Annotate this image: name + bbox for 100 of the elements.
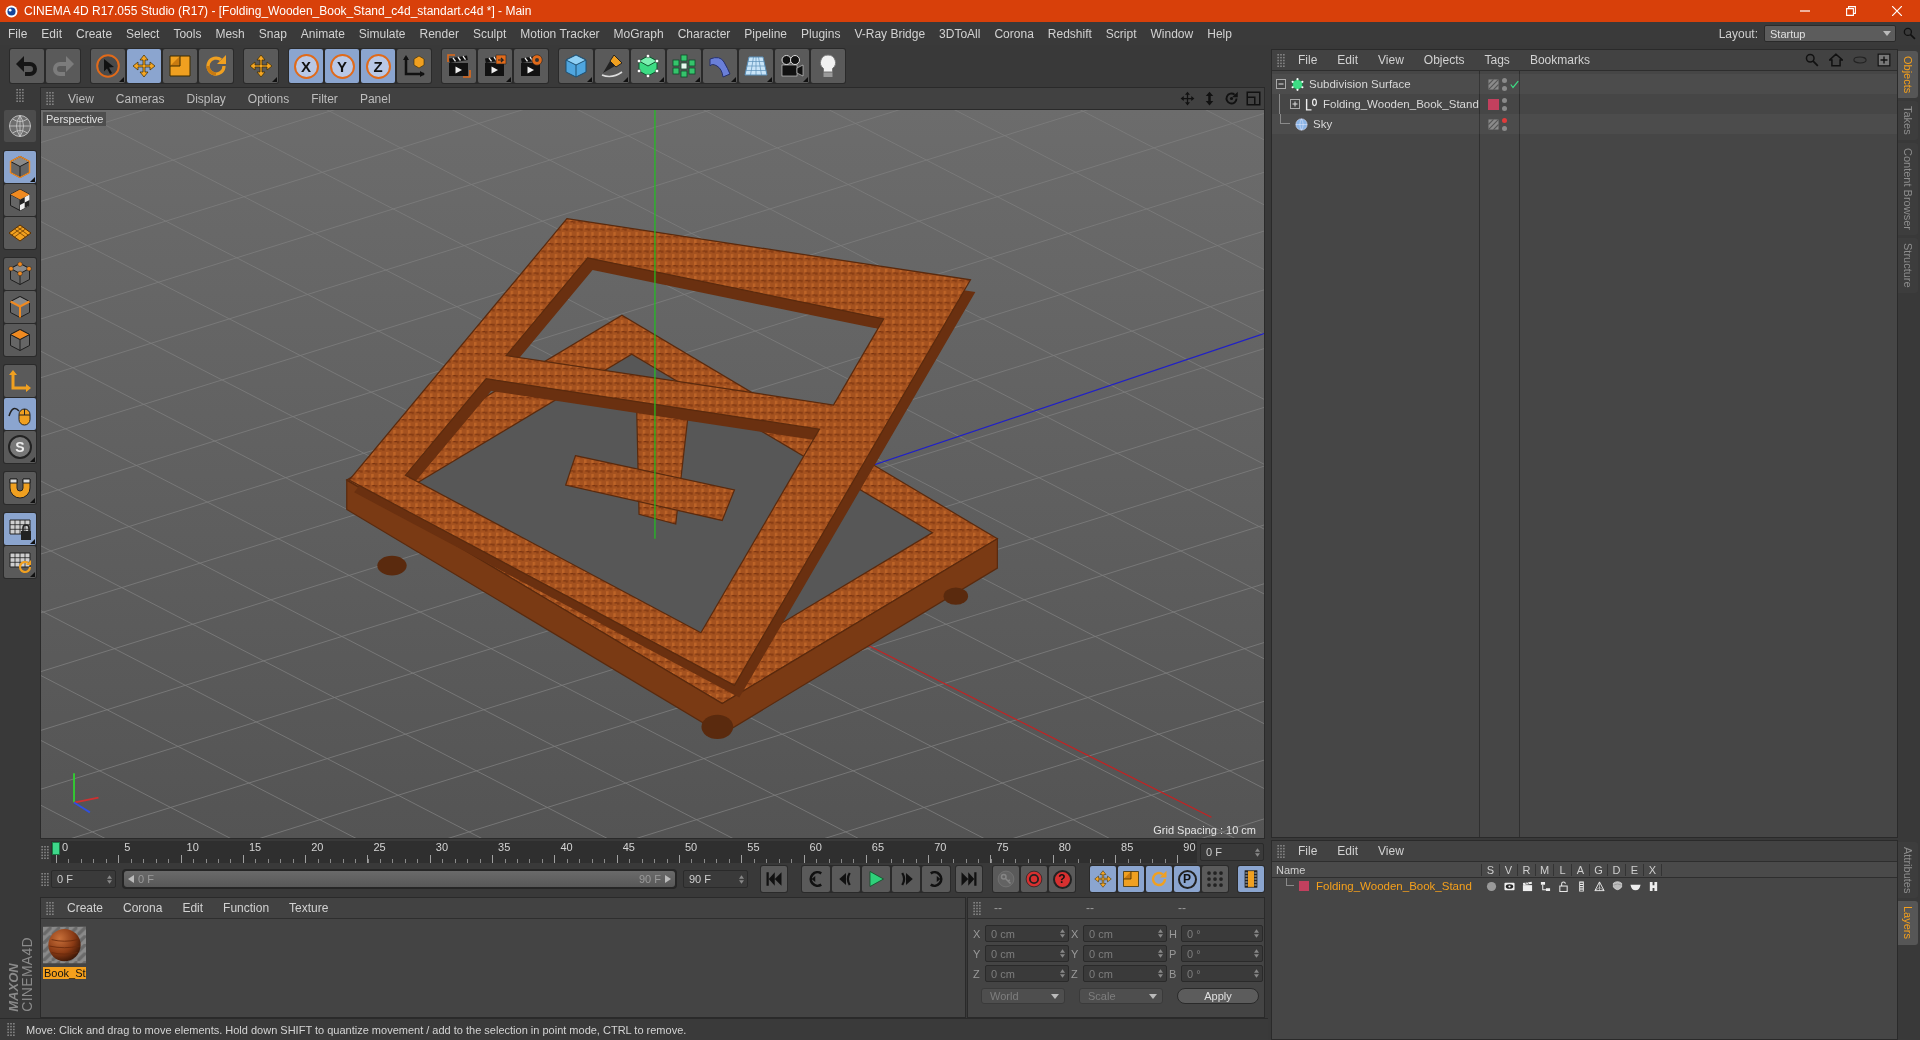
end-frame-field[interactable]: 90 F (683, 870, 748, 888)
plus-box-icon[interactable] (1877, 53, 1891, 67)
menu-item[interactable]: File (1290, 844, 1326, 858)
axis-lock-button[interactable]: X (289, 49, 323, 83)
timeline-button[interactable] (1238, 866, 1264, 892)
menu-item[interactable]: File (1, 26, 35, 41)
workplane-mode-button[interactable] (4, 217, 36, 249)
menu-item[interactable]: Edit (1329, 53, 1367, 67)
menu-item[interactable]: Mesh (208, 26, 252, 41)
column-header[interactable]: L (1554, 863, 1572, 876)
edges-mode-button[interactable] (4, 291, 36, 323)
grip-icon[interactable] (6, 1023, 16, 1036)
menu-item[interactable]: Cameras (106, 91, 174, 106)
menu-item[interactable]: Window (1143, 26, 1201, 41)
menu-item[interactable]: Corona (987, 26, 1041, 41)
polygons-mode-button[interactable] (4, 324, 36, 356)
menu-item[interactable]: Bookmarks (1521, 53, 1598, 67)
maximize-icon[interactable] (1246, 91, 1261, 106)
hierarchy-icon[interactable] (1539, 880, 1551, 892)
transform-tool-button[interactable] (244, 49, 278, 83)
camera-button[interactable] (775, 49, 809, 83)
house-icon[interactable] (1829, 53, 1843, 67)
menu-item[interactable]: Edit (1329, 844, 1367, 858)
menu-item[interactable]: Edit (174, 901, 212, 915)
current-frame-field[interactable]: 0 F (1200, 843, 1264, 861)
timeline-ruler[interactable]: 0 5 10 15 20 25 30 35 40 45 50 55 60 65 70 75 80 85 90 (51, 841, 1197, 863)
padlock-icon[interactable] (1557, 880, 1569, 892)
render-picture-button[interactable] (478, 49, 512, 83)
menu-item[interactable]: View (1370, 53, 1412, 67)
menu-item[interactable]: Tools (166, 26, 209, 41)
menu-item[interactable]: Edit (34, 26, 70, 41)
points-mode-button[interactable] (4, 258, 36, 290)
menu-item[interactable]: Filter (302, 91, 347, 106)
grip-icon[interactable] (40, 872, 50, 886)
h-shape-icon[interactable] (1647, 880, 1659, 892)
tweak-mode-button[interactable] (4, 398, 36, 430)
material-name[interactable]: Book_St (43, 967, 86, 979)
close-icon[interactable] (1892, 6, 1902, 16)
play-button[interactable] (862, 866, 890, 892)
visibility-dot-icon[interactable] (1502, 77, 1507, 83)
axis-lock-button[interactable]: Y (325, 49, 359, 83)
panel-tab[interactable]: Layers (1898, 901, 1918, 945)
visibility-dot-icon[interactable] (1502, 105, 1507, 111)
menu-item[interactable]: V-Ray Bridge (847, 26, 933, 41)
visibility-dot-icon[interactable] (1502, 117, 1507, 123)
move-tool-button[interactable] (127, 49, 161, 83)
column-header[interactable]: R (1518, 863, 1536, 876)
menu-item[interactable]: Sculpt (465, 26, 514, 41)
layer-swatch[interactable] (1488, 98, 1499, 110)
column-header[interactable]: V (1500, 863, 1518, 876)
column-header[interactable]: Name (1272, 863, 1482, 876)
column-header[interactable]: M (1536, 863, 1554, 876)
orbit-arrow-icon[interactable] (1224, 91, 1239, 106)
menu-item[interactable]: Create (69, 26, 120, 41)
restore-icon[interactable] (1846, 6, 1856, 16)
snap-button[interactable] (4, 472, 36, 504)
next-key-button[interactable] (922, 866, 950, 892)
deformer-button[interactable] (703, 49, 737, 83)
previous-key-button[interactable] (802, 866, 830, 892)
layout-dropdown[interactable]: Startup (1764, 25, 1896, 42)
menu-item[interactable]: View (59, 91, 103, 106)
grip-icon[interactable] (45, 901, 55, 915)
axis-mode-button[interactable] (4, 365, 36, 397)
scale-tool-button[interactable] (163, 49, 197, 83)
panel-tab[interactable]: Structure (1898, 238, 1918, 293)
axis-lock-button[interactable]: Z (361, 49, 395, 83)
menu-item[interactable]: Corona (115, 901, 171, 915)
grip-icon[interactable] (1276, 53, 1286, 67)
next-frame-button[interactable] (892, 866, 920, 892)
menu-item[interactable]: Tags (1476, 53, 1518, 67)
previous-frame-button[interactable] (832, 866, 860, 892)
object-name[interactable]: Sky (1313, 118, 1333, 130)
eye-icon[interactable] (1503, 880, 1515, 892)
column-header[interactable]: S (1482, 863, 1500, 876)
model-mode-button[interactable] (4, 151, 36, 183)
cloner-button[interactable] (667, 49, 701, 83)
go-to-start-button[interactable] (761, 866, 787, 892)
grip-icon[interactable] (40, 845, 50, 859)
playhead-marker[interactable] (52, 842, 60, 855)
menu-item[interactable]: Panel (350, 91, 400, 106)
layout-switch-button[interactable] (4, 110, 36, 142)
column-header[interactable]: A (1572, 863, 1590, 876)
render-view-button[interactable] (442, 49, 476, 83)
search-icon[interactable] (1805, 53, 1819, 67)
four-way-arrow-icon[interactable] (1180, 91, 1195, 106)
menu-item[interactable]: Texture (281, 901, 337, 915)
visibility-dot-icon[interactable] (1502, 85, 1507, 91)
solo-button[interactable]: S (4, 431, 36, 463)
expand-icon[interactable] (1290, 99, 1300, 109)
grip-icon[interactable] (1276, 844, 1286, 858)
menu-item[interactable]: Objects (1415, 53, 1473, 67)
checkmark-icon[interactable] (1510, 79, 1519, 89)
menu-item[interactable]: Redshift (1040, 26, 1099, 41)
column-header[interactable]: E (1626, 863, 1644, 876)
undo-button[interactable] (10, 49, 44, 83)
column-header[interactable]: G (1590, 863, 1608, 876)
light-button[interactable] (811, 49, 845, 83)
menu-item[interactable]: Animate (293, 26, 352, 41)
lock-workplane-button[interactable] (4, 513, 36, 545)
menu-item[interactable]: Motion Tracker (513, 26, 607, 41)
